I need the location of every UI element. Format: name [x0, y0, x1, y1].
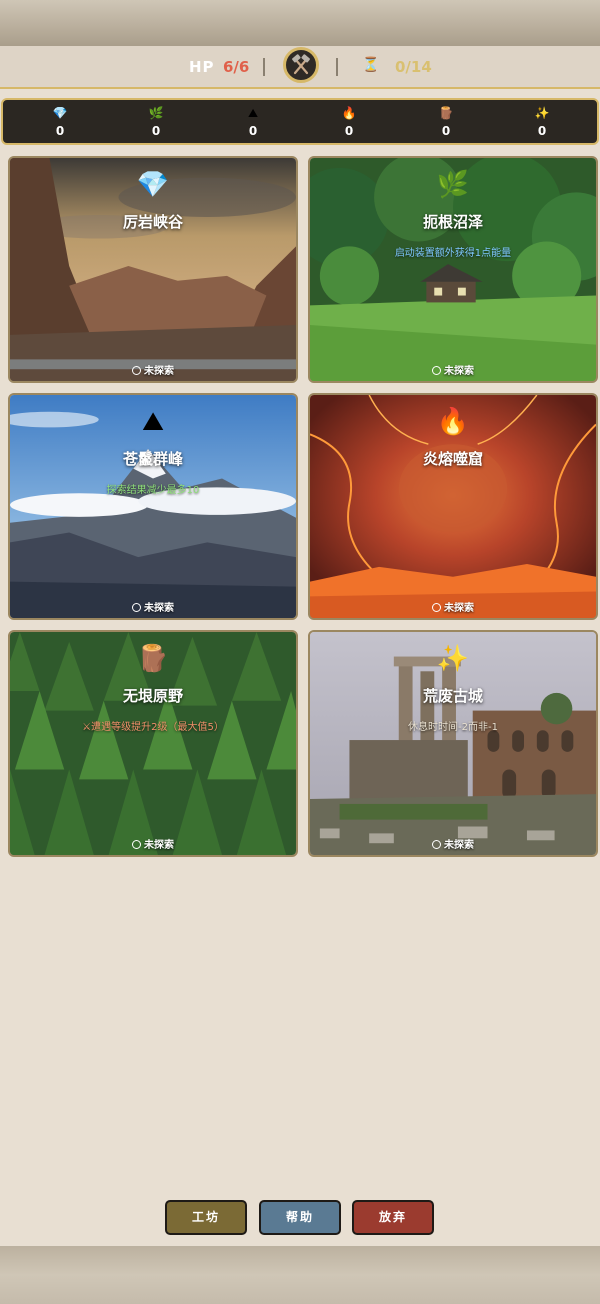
turn-counter: 0/14 — [395, 58, 432, 76]
exploration-status: 未探索 — [10, 599, 296, 614]
location-card-peaks[interactable]: ⛰ 苍鬣群峰 探索结果减少最多10 未探索 — [8, 393, 298, 620]
exploration-status: 未探索 — [310, 599, 596, 614]
location-effect: ⚔遭遇等级提升2级（最大值5） — [82, 722, 224, 733]
location-effect: 探索结果减少最多10 — [106, 485, 200, 496]
resource-gem: 💎 0 — [40, 105, 80, 138]
status-label: 未探索 — [144, 603, 174, 614]
circle-icon — [432, 840, 441, 849]
resource-wood: 🪵 0 — [426, 105, 466, 138]
location-name: 扼根沼泽 — [422, 213, 483, 231]
location-card-ruins[interactable]: ✨ 荒废古城 休息时时间-2而非-1 未探索 — [308, 630, 598, 857]
fire-icon: 🔥 — [436, 407, 470, 437]
location-effect: 休息时时间-2而非-1 — [408, 722, 498, 733]
gem-icon: 💎 — [52, 106, 68, 120]
divider — [336, 58, 338, 76]
quit-button[interactable]: 放弃 — [352, 1200, 434, 1235]
crossed-hammers-icon[interactable] — [283, 47, 319, 83]
status-label: 未探索 — [144, 366, 174, 377]
location-name: 厉岩峡谷 — [122, 213, 183, 231]
resource-count: 0 — [344, 124, 354, 138]
wood-icon: 🪵 — [438, 106, 454, 120]
resource-count: 0 — [537, 124, 547, 138]
circle-icon — [132, 366, 141, 375]
location-name: 苍鬣群峰 — [122, 450, 183, 468]
hp-label: HP — [189, 58, 215, 76]
resource-count: 0 — [441, 124, 451, 138]
location-name: 无垠原野 — [122, 687, 183, 705]
location-name: 荒废古城 — [422, 687, 483, 705]
exploration-status: 未探索 — [10, 836, 296, 851]
hp-value: 6/6 — [223, 58, 250, 76]
circle-icon — [132, 603, 141, 612]
resource-count: 0 — [151, 124, 161, 138]
status-label: 未探索 — [444, 366, 474, 377]
divider — [263, 58, 265, 76]
location-card-swamp[interactable]: 🌿 扼根沼泽 启动装置额外获得1点能量 未探索 — [308, 156, 598, 383]
circle-icon — [432, 603, 441, 612]
sparkle-icon: ✨ — [534, 106, 550, 120]
sparkle-icon: ✨ — [436, 644, 470, 674]
status-label: 未探索 — [144, 840, 174, 851]
location-name: 炎熔噬窟 — [422, 450, 483, 468]
resource-sparkle: ✨ 0 — [522, 105, 562, 138]
hourglass-icon: ⏳ — [362, 57, 380, 73]
exploration-status: 未探索 — [310, 836, 596, 851]
top-decor-band — [0, 0, 600, 46]
exploration-status: 未探索 — [310, 362, 596, 377]
circle-icon — [132, 840, 141, 849]
status-label: 未探索 — [444, 603, 474, 614]
resource-herb: 🌿 0 — [136, 105, 176, 138]
location-card-plains[interactable]: 🪵 无垠原野 ⚔遭遇等级提升2级（最大值5） 未探索 — [8, 630, 298, 857]
circle-icon — [432, 366, 441, 375]
exploration-status: 未探索 — [10, 362, 296, 377]
location-effect: 启动装置额外获得1点能量 — [394, 248, 512, 259]
location-card-canyon[interactable]: 💎 厉岩峡谷 未探索 — [8, 156, 298, 383]
resource-fire: 🔥 0 — [329, 105, 369, 138]
gem-icon: 💎 — [136, 170, 170, 200]
herb-icon: 🌿 — [148, 106, 164, 120]
status-label: 未探索 — [444, 840, 474, 851]
resource-ore: ⛰ 0 — [233, 105, 273, 138]
status-bar: HP 6/6 ⏳ 0/14 — [0, 46, 600, 89]
resource-bar: 💎 0 🌿 0 ⛰ 0 🔥 0 🪵 0 ✨ 0 — [1, 98, 599, 145]
bottom-decor-band — [0, 1246, 600, 1304]
ore-icon: ⛰ — [247, 106, 259, 120]
fire-icon: 🔥 — [341, 106, 357, 120]
ore-icon: ⛰ — [142, 407, 164, 437]
resource-count: 0 — [55, 124, 65, 138]
herb-icon: 🌿 — [436, 170, 470, 200]
resource-count: 0 — [248, 124, 258, 138]
help-button[interactable]: 帮助 — [259, 1200, 341, 1235]
location-card-lava-cave[interactable]: 🔥 炎熔噬窟 未探索 — [308, 393, 598, 620]
wood-icon: 🪵 — [136, 644, 170, 674]
workshop-button[interactable]: 工坊 — [165, 1200, 247, 1235]
